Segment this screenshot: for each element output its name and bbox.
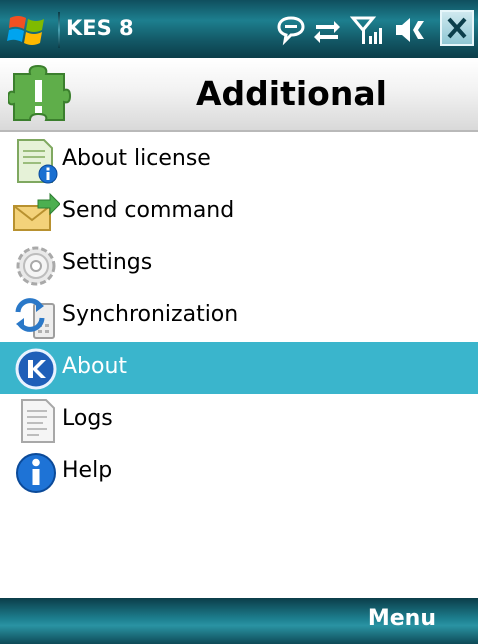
menu-item-send-command[interactable]: Send command	[0, 186, 478, 238]
menu-item-about-license[interactable]: About license	[0, 134, 478, 186]
menu-list: About license Send command Settings Sync…	[0, 134, 478, 498]
menu-softkey-button[interactable]: Menu	[368, 606, 436, 631]
data-connection-icon[interactable]	[312, 10, 342, 48]
log-document-icon	[12, 398, 60, 444]
gear-icon	[12, 242, 60, 288]
menu-item-label: Synchronization	[62, 302, 239, 327]
soft-key-bar: Menu	[0, 598, 478, 644]
screen: KES 8 Additional About license Send comm…	[0, 0, 478, 644]
windows-start-icon[interactable]	[6, 10, 54, 50]
menu-item-label: Send command	[62, 198, 235, 223]
menu-item-label: Settings	[62, 250, 153, 275]
status-bar-separator	[58, 12, 60, 48]
app-title: KES 8	[66, 16, 134, 40]
volume-icon[interactable]	[392, 10, 430, 48]
send-envelope-icon	[12, 190, 61, 236]
help-info-icon	[12, 450, 60, 496]
menu-item-help[interactable]: Help	[0, 446, 478, 498]
menu-item-logs[interactable]: Logs	[0, 394, 478, 446]
license-info-icon	[12, 138, 60, 184]
menu-item-label: About	[62, 354, 128, 379]
menu-item-about[interactable]: About	[0, 342, 478, 394]
signal-strength-icon[interactable]	[349, 10, 384, 48]
menu-item-label: Logs	[62, 406, 113, 431]
menu-item-settings[interactable]: Settings	[0, 238, 478, 290]
sync-icon	[12, 294, 60, 340]
menu-item-label: Help	[62, 458, 113, 483]
status-bar: KES 8	[0, 0, 478, 58]
menu-item-synchronization[interactable]: Synchronization	[0, 290, 478, 342]
page-title: Additional	[196, 74, 387, 113]
close-icon	[447, 17, 467, 39]
kaspersky-logo-icon	[12, 346, 60, 392]
close-button[interactable]	[440, 10, 474, 46]
menu-item-label: About license	[62, 146, 211, 171]
puzzle-alert-icon	[6, 64, 72, 126]
messaging-icon[interactable]	[276, 10, 306, 48]
page-header: Additional	[0, 58, 478, 132]
